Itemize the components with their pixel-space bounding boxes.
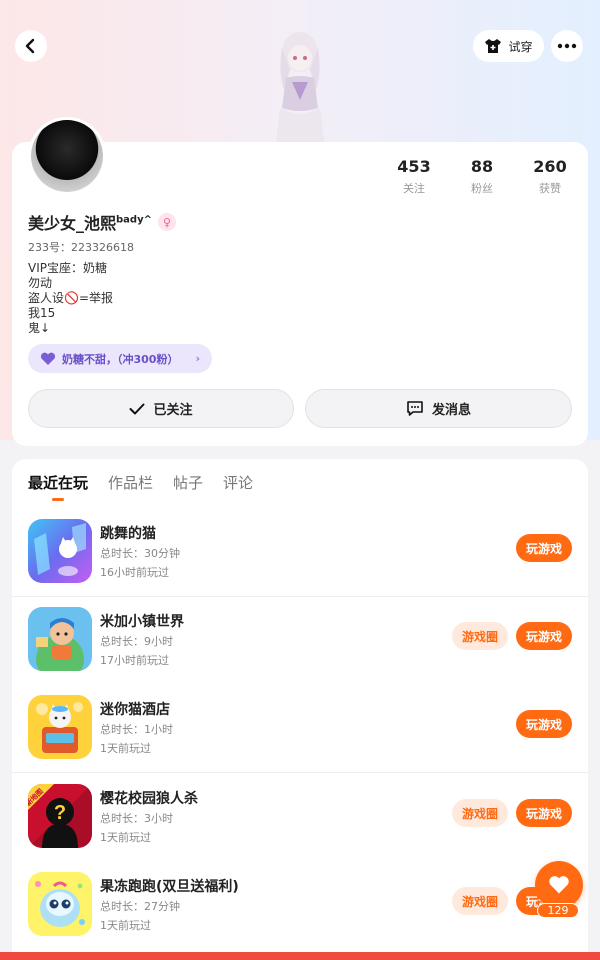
bio-line: 鬼↓ — [28, 321, 51, 335]
game-last-played: 1天前玩过 — [100, 831, 151, 844]
play-game-button[interactable]: 玩游戏 — [516, 622, 572, 650]
game-row[interactable]: 跳舞的猫 总时长：30分钟 16小时前玩过 玩游戏 — [12, 509, 588, 597]
game-title: 果冻跑跑(双旦送福利) — [100, 879, 239, 895]
game-circle-button[interactable]: 游戏圈 — [452, 622, 508, 650]
chevron-right-icon: › — [195, 352, 200, 365]
character-avatar-figure — [276, 32, 324, 142]
send-message-button[interactable]: 发消息 — [305, 389, 572, 428]
game-circle-button[interactable]: 游戏圈 — [452, 799, 508, 827]
game-row[interactable]: 迷你猫酒店 总时长：1小时 1天前玩过 玩游戏 — [12, 685, 588, 773]
username-text: 美少女_池熙 — [28, 214, 117, 233]
stat-following[interactable]: 453 关注 — [384, 157, 444, 196]
game-last-played: 1天前玩过 — [100, 742, 151, 755]
svg-text:?: ? — [54, 802, 66, 824]
game-row[interactable]: 米加小镇世界 总时长：9小时 17小时前玩过 游戏圈 玩游戏 — [12, 597, 588, 685]
stat-label: 获赞 — [539, 182, 561, 195]
username: 美少女_池熙bady^ ♀ — [28, 210, 176, 234]
try-on-label: 试穿 — [508, 39, 533, 54]
stat-likes[interactable]: 260 获赞 — [520, 157, 580, 196]
play-game-button[interactable]: 玩游戏 — [516, 534, 572, 562]
game-duration: 总时长：3小时 — [100, 812, 173, 825]
heart-icon — [549, 876, 569, 894]
game-duration: 总时长：27分钟 — [100, 900, 180, 913]
stat-fans[interactable]: 88 粉丝 — [452, 157, 512, 196]
send-message-label: 发消息 — [431, 403, 471, 418]
check-icon — [129, 403, 145, 414]
game-row[interactable]: 果冻跑跑(双旦送福利) 总时长：27分钟 1天前玩过 游戏圈 玩游戏 — [12, 862, 588, 950]
username-suffix: bady^ — [116, 214, 152, 226]
game-icon-miga-town — [28, 607, 92, 671]
stat-label: 关注 — [403, 182, 425, 195]
back-button[interactable] — [15, 30, 47, 62]
play-game-button[interactable]: 玩游戏 — [516, 799, 572, 827]
bottom-bar — [0, 952, 600, 960]
fan-group-badge[interactable]: 奶糖不甜，（冲300粉） › — [28, 344, 212, 373]
tab-recently-played[interactable]: 最近在玩 — [28, 472, 88, 493]
game-last-played: 1天前玩过 — [100, 919, 151, 932]
like-button[interactable] — [535, 861, 583, 909]
game-icon-dancing-cat — [28, 519, 92, 583]
stat-label: 粉丝 — [471, 182, 493, 195]
like-count: 129 — [537, 903, 579, 918]
game-duration: 总时长：30分钟 — [100, 547, 180, 560]
profile-tabs: 最近在玩 作品栏 帖子 评论 — [28, 472, 253, 493]
game-row[interactable]: ? 新地图 樱花校园狼人杀 总时长：3小时 1天前玩过 游戏圈 玩游戏 — [12, 774, 588, 862]
game-icon-sakura-werewolf: ? 新地图 — [28, 784, 92, 848]
more-dots-icon — [557, 43, 577, 49]
more-options-button[interactable] — [551, 30, 583, 62]
game-title: 樱花校园狼人杀 — [100, 791, 198, 807]
game-last-played: 16小时前玩过 — [100, 566, 169, 579]
heart-icon — [40, 352, 56, 365]
game-icon-mini-cat-hotel — [28, 695, 92, 759]
chevron-left-icon — [25, 38, 35, 54]
stat-value: 453 — [397, 157, 431, 176]
bio: VIP宝座：奶糖 勿动 盗人设🚫=举报 我15 鬼↓ — [28, 261, 113, 336]
bio-line: 盗人设🚫=举报 — [28, 291, 113, 305]
stat-value: 260 — [533, 157, 567, 176]
fan-badge-label: 奶糖不甜，（冲300粉） — [62, 352, 179, 366]
bio-line: 我15 — [28, 306, 56, 320]
user-id: 233号：223326618 — [28, 241, 134, 254]
game-icon-jelly-run — [28, 872, 92, 936]
bio-line: VIP宝座：奶糖 — [28, 261, 107, 275]
tab-comments[interactable]: 评论 — [223, 472, 253, 493]
game-title: 跳舞的猫 — [100, 526, 156, 542]
game-circle-button[interactable]: 游戏圈 — [452, 887, 508, 915]
followed-button[interactable]: 已关注 — [28, 389, 294, 428]
game-title: 迷你猫酒店 — [100, 702, 170, 718]
bio-line: 勿动 — [28, 276, 53, 290]
gender-female-icon: ♀ — [157, 213, 176, 231]
avatar[interactable] — [28, 117, 106, 195]
followed-label: 已关注 — [153, 403, 193, 418]
game-duration: 总时长：1小时 — [100, 723, 173, 736]
tshirt-plus-icon — [485, 39, 502, 53]
game-last-played: 17小时前玩过 — [100, 654, 169, 667]
tab-posts[interactable]: 帖子 — [173, 472, 203, 493]
tab-works[interactable]: 作品栏 — [108, 472, 153, 493]
play-game-button[interactable]: 玩游戏 — [516, 710, 572, 738]
chat-bubble-icon — [407, 401, 423, 416]
game-title: 米加小镇世界 — [100, 614, 184, 630]
stat-value: 88 — [470, 157, 494, 176]
try-on-button[interactable]: 试穿 — [473, 30, 544, 62]
game-duration: 总时长：9小时 — [100, 635, 173, 648]
active-tab-indicator — [52, 498, 64, 501]
